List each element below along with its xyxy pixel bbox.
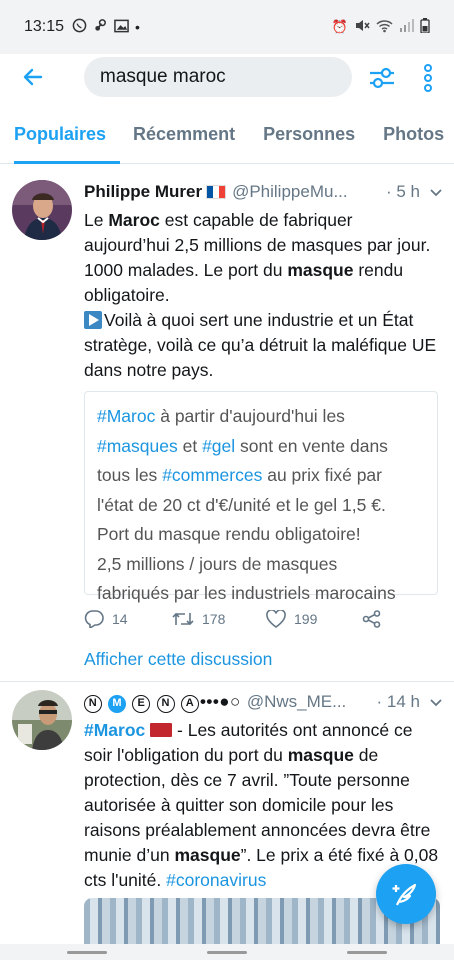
author-name[interactable]: Philippe Murer (84, 182, 202, 202)
search-header: masque maroc (0, 54, 454, 104)
morocco-flag-icon (150, 723, 173, 737)
france-flag-icon (206, 185, 227, 199)
nav-home-handle[interactable] (207, 950, 247, 954)
search-tabs: Populaires Récemment Personnes Photos (0, 112, 454, 164)
retweet-icon (172, 612, 194, 626)
signal-icon (399, 19, 414, 35)
hashtag-link[interactable]: #Maroc (84, 720, 145, 740)
author-handle: @PhilippeMu... (232, 182, 348, 201)
tab-populaires[interactable]: Populaires (14, 112, 121, 164)
battery-icon (420, 18, 430, 36)
status-bar: 13:15 • ⏰ (0, 0, 454, 54)
author-handle: @Nws_ME... (246, 692, 347, 711)
dot-icon: • (135, 19, 140, 35)
tweet-actions: 14 178 199 (84, 607, 442, 631)
reply-icon (84, 610, 104, 628)
tab-personnes[interactable]: Personnes (263, 112, 355, 164)
nav-recent-handle[interactable] (67, 950, 107, 954)
whatsapp-icon (72, 18, 87, 36)
compose-tweet-icon (392, 883, 417, 906)
mute-icon (354, 18, 370, 36)
tweet-text: Le Maroc est capable de fabriquer aujour… (84, 210, 437, 380)
avatar[interactable] (12, 180, 72, 240)
filter-icon[interactable] (368, 64, 396, 92)
search-query: masque maroc (100, 66, 226, 87)
tab-recemment[interactable]: Récemment (133, 112, 235, 164)
retweet-button[interactable]: 178 (172, 611, 266, 627)
retweet-count: 178 (202, 611, 226, 627)
more-vertical-icon[interactable] (418, 62, 438, 94)
play-button-emoji-icon (84, 311, 102, 329)
like-button[interactable]: 199 (266, 610, 362, 628)
show-thread-link[interactable]: Afficher cette discussion (84, 649, 442, 670)
tweet-time: · 14 h (376, 692, 420, 711)
share-button[interactable] (362, 610, 382, 628)
chevron-down-icon[interactable] (430, 184, 442, 200)
back-arrow-icon[interactable] (18, 62, 48, 92)
compose-tweet-button[interactable] (376, 864, 436, 924)
tweet-text: #Maroc - Les autorités ont annoncé ce so… (84, 720, 439, 890)
wifi-icon (376, 19, 393, 36)
reply-count: 14 (112, 611, 128, 627)
heart-icon (266, 610, 286, 628)
like-count: 199 (294, 611, 318, 627)
reply-button[interactable]: 14 (84, 610, 172, 628)
tweet-time: · 5 h (385, 182, 420, 201)
system-nav-bar (0, 944, 454, 960)
avatar[interactable] (12, 690, 72, 750)
author-name[interactable]: N M E N A •••●○ (84, 692, 241, 713)
search-input[interactable]: masque maroc (84, 57, 352, 97)
tab-photos[interactable]: Photos (383, 112, 444, 164)
tweet[interactable]: Philippe Murer @PhilippeMu... · 5 h Le M… (0, 164, 454, 682)
steam-icon (93, 18, 108, 36)
share-icon (362, 610, 381, 628)
alarm-icon: ⏰ (331, 19, 348, 34)
nav-back-handle[interactable] (347, 950, 387, 954)
status-time: 13:15 (24, 18, 65, 35)
gallery-icon (114, 19, 129, 36)
chevron-down-icon[interactable] (430, 694, 442, 710)
hashtag-link[interactable]: #coronavirus (166, 870, 266, 890)
tweet-image[interactable]: #Maroc à partir d'aujourd'hui les #masqu… (84, 391, 438, 603)
